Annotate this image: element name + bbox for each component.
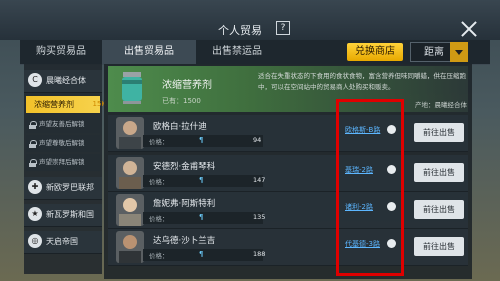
avatar [116,231,144,263]
price-value: 147 [253,176,266,184]
tab-sell-goods[interactable]: 出售贸易品 [102,40,196,64]
sidebar-item-label: 声望友善后解锁 [39,120,85,128]
tab-sell-contraband[interactable]: 出售禁运品 [196,40,278,64]
list-item: 安德烈·金甫琴科 价格： ¶ 147 基瑞-2路 前往出售 [108,155,468,192]
faction-icon: ✚ [28,180,42,194]
sidebar-item-label: 晨曦经合体 [46,76,86,85]
currency-icon: ¶ [199,213,204,221]
currency-icon: ¶ [199,176,204,184]
sidebar-item-varos[interactable]: ★ 新瓦罗斯和国 [24,204,102,227]
sidebar-item-label: 新瓦罗斯和国 [46,210,94,219]
faction-icon: ★ [28,207,42,221]
sidebar-item-locked[interactable]: 声望崇拜后解锁 [26,154,100,171]
faction-icon: ◎ [28,234,42,248]
category-sidebar: C 晨曦经合体 浓缩营养剂 15K 声望友善后解锁 声望尊敬后解锁 声望崇拜后解… [24,64,106,274]
price-field: 价格： ¶ 94 [143,135,263,147]
go-sell-button[interactable]: 前往出售 [414,163,464,182]
price-label: 价格： [149,178,169,186]
sidebar-item-label: 声望尊敬后解锁 [39,139,85,147]
avatar [116,194,144,226]
list-item: 达乌德·沙卜兰吉 价格： ¶ 188 代基德-3路 前往出售 [108,229,468,266]
price-value: 188 [253,250,266,258]
sidebar-item-label: 声望崇拜后解锁 [39,158,85,166]
lock-icon-body [29,144,36,148]
chevron-down-icon[interactable] [450,42,468,62]
list-item: 詹妮弗·阿斯特利 价格： ¶ 135 诸利-2路 前往出售 [108,192,468,229]
owned-count: 已有：1500 [162,97,201,105]
lock-icon-body [29,125,36,129]
help-icon[interactable]: ? [276,21,290,35]
price-value: 135 [253,213,266,221]
close-icon[interactable] [460,20,478,38]
price-label: 价格： [149,252,169,260]
price-field: 价格： ¶ 135 [143,212,266,224]
sidebar-item-label: 新欧罗巴联邦 [46,183,94,192]
merchant-name: 欧格白·拉什迪 [153,122,207,132]
merchant-name: 安德烈·金甫琴科 [153,162,216,172]
price-value: 94 [253,136,262,144]
product-origin: 产地：晨曦经合体 [415,101,467,109]
go-sell-button[interactable]: 前往出售 [414,237,464,256]
merchant-name: 詹妮弗·阿斯特利 [153,199,216,209]
faction-icon: C [28,73,42,87]
sidebar-item-empire[interactable]: ◎ 天启帝国 [24,231,102,254]
sidebar-item-nutrient[interactable]: 浓缩营养剂 15K [26,96,106,113]
exchange-shop-button[interactable]: 兑换商店 [347,43,403,61]
currency-icon: ¶ [199,250,204,258]
sidebar-item-dawn-union[interactable]: C 晨曦经合体 [24,70,102,93]
product-description: 适合在失重状态的下食用的食状食物，富含营养但味同嚼蜡，供在压缩跑中，可以在空间站… [258,72,466,91]
avatar [116,157,144,189]
sidebar-item-locked[interactable]: 声望尊敬后解锁 [26,135,100,152]
price-label: 价格： [149,138,169,146]
price-field: 价格： ¶ 188 [143,249,266,261]
currency-icon: ¶ [199,136,204,144]
sidebar-item-locked[interactable]: 声望友善后解锁 [26,116,100,133]
sidebar-item-label: 天启帝国 [46,237,78,246]
window-title: 个人贸易 [218,24,262,37]
nutrient-can-icon [122,72,142,104]
lock-icon-body [29,163,36,167]
highlight-box [336,99,404,276]
tab-buy-goods[interactable]: 购买贸易品 [20,40,102,64]
go-sell-button[interactable]: 前往出售 [414,123,464,142]
sidebar-item-label: 浓缩营养剂 [34,100,74,109]
price-field: 价格： ¶ 147 [143,175,266,187]
product-name: 浓缩营养剂 [162,80,212,91]
avatar [116,117,144,149]
sidebar-item-europa[interactable]: ✚ 新欧罗巴联邦 [24,177,102,200]
go-sell-button[interactable]: 前往出售 [414,200,464,219]
merchant-name: 达乌德·沙卜兰吉 [153,236,216,246]
price-label: 价格： [149,215,169,223]
list-item: 欧格白·拉什迪 价格： ¶ 94 欧格斯-B路 前往出售 [108,115,468,152]
